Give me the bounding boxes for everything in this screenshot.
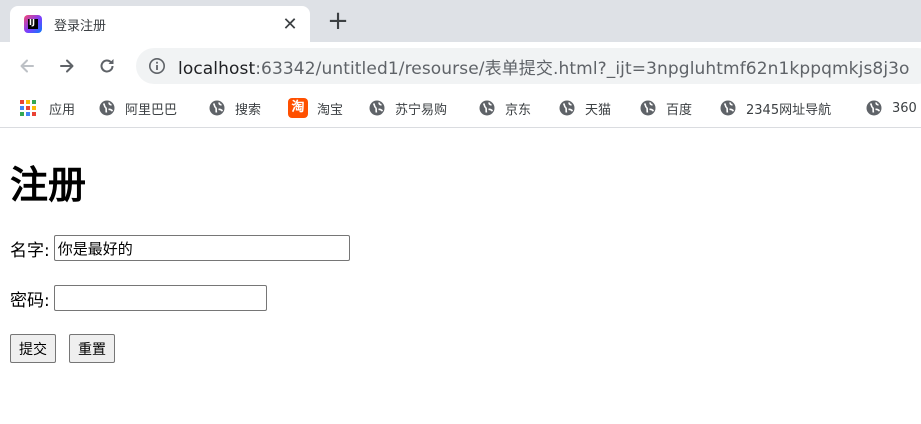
back-arrow-icon: [20, 59, 34, 73]
globe-icon: [99, 100, 115, 116]
reload-button[interactable]: [93, 52, 121, 80]
bookmark-label: 阿里巴巴: [125, 102, 178, 118]
forward-arrow-icon: [60, 59, 74, 73]
globe-icon: [720, 100, 736, 116]
info-icon[interactable]: [148, 57, 166, 75]
tab-title: 登录注册: [54, 18, 107, 34]
globe-icon: [209, 100, 225, 116]
bookmark-taobao[interactable]: 淘 淘宝: [288, 96, 343, 120]
apps-icon: [20, 100, 36, 116]
taobao-icon: 淘: [288, 98, 308, 118]
globe-icon: [559, 100, 575, 116]
globe-icon: [866, 100, 882, 116]
bookmark-2345[interactable]: 2345网址导航: [720, 96, 831, 120]
browser-toolbar: localhost:63342/untitled1/resourse/表单提交.…: [0, 42, 921, 90]
bookmark-label: 搜索: [235, 102, 262, 118]
url-host: localhost: [178, 58, 256, 79]
bookmark-jd[interactable]: 京东: [479, 96, 531, 120]
tab-strip: IJ 登录注册 ✕ +: [0, 0, 921, 42]
intellij-favicon-icon: IJ: [24, 15, 42, 33]
globe-icon: [640, 100, 656, 116]
bookmark-suning[interactable]: 苏宁易购: [369, 96, 447, 120]
name-label: 名字:: [10, 240, 50, 261]
name-field[interactable]: [53, 235, 350, 261]
bookmark-tmall[interactable]: 天猫: [559, 96, 611, 120]
password-field[interactable]: [53, 285, 267, 311]
bookmarks-bar: 应用 阿里巴巴 搜索 淘 淘宝 苏宁易购 京东 天猫 百度 2345网址导航 3…: [0, 90, 921, 128]
back-button[interactable]: [13, 52, 41, 80]
tab-close-icon[interactable]: ✕: [280, 14, 300, 35]
password-row: 密码:: [10, 285, 267, 311]
url-text[interactable]: localhost:63342/untitled1/resourse/表单提交.…: [178, 54, 910, 79]
submit-button[interactable]: 提交: [10, 334, 56, 363]
forward-button[interactable]: [53, 52, 81, 80]
bookmark-alibaba[interactable]: 阿里巴巴: [99, 96, 177, 120]
bookmark-baidu[interactable]: 百度: [640, 96, 692, 120]
active-tab[interactable]: IJ 登录注册 ✕: [10, 6, 310, 42]
bookmark-search[interactable]: 搜索: [209, 96, 261, 120]
bookmark-label: 2345网址导航: [746, 102, 832, 118]
bookmark-label: 360: [892, 100, 917, 116]
reload-icon: [100, 59, 114, 73]
globe-icon: [479, 100, 495, 116]
globe-icon: [369, 100, 385, 116]
new-tab-button[interactable]: +: [324, 8, 352, 36]
url-path: :63342/untitled1/resourse/表单提交.html?_ijt…: [255, 58, 910, 79]
bookmark-label: 苏宁易购: [395, 102, 448, 118]
address-bar[interactable]: localhost:63342/untitled1/resourse/表单提交.…: [136, 48, 921, 84]
reset-button[interactable]: 重置: [69, 334, 115, 363]
page-title: 注册: [10, 163, 87, 207]
bookmark-360[interactable]: 360: [866, 96, 917, 120]
bookmark-label: 天猫: [585, 102, 612, 118]
bookmark-label: 应用: [49, 102, 76, 118]
bookmark-label: 京东: [505, 102, 532, 118]
bookmark-apps[interactable]: 应用: [20, 96, 75, 120]
bookmark-label: 淘宝: [317, 102, 344, 118]
password-label: 密码:: [10, 290, 50, 311]
name-row: 名字:: [10, 235, 350, 261]
bookmark-label: 百度: [666, 102, 693, 118]
